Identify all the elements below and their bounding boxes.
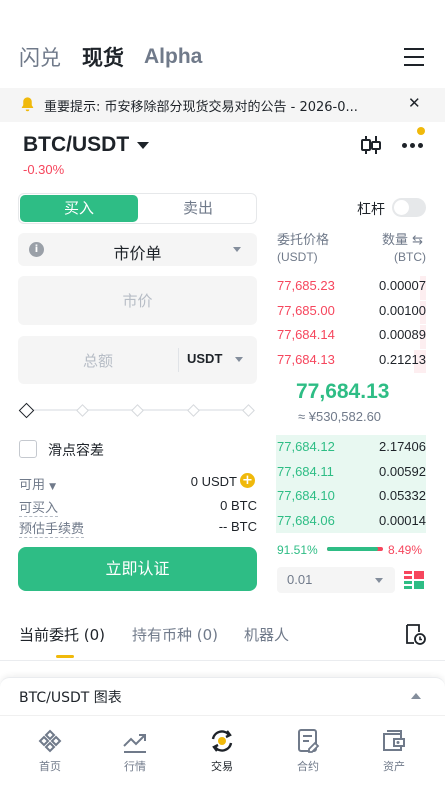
ask-price[interactable]: 77,685.23 (277, 278, 335, 293)
notice-text: 重要提示: 币安移除部分现货交易对的公告 - 2026-0... (44, 100, 358, 115)
orderbook-layout-icon[interactable] (404, 570, 424, 590)
fee-label: 预估手续费 (19, 518, 85, 538)
nav-futures-label: 合约 (297, 760, 319, 773)
add-funds-icon[interactable]: + (240, 473, 255, 488)
leverage-label: 杠杆 (357, 202, 385, 218)
nav-trade[interactable]: 交易 (192, 728, 252, 774)
chart-bar-label: BTC/USDT 图表 (19, 690, 122, 706)
tab-flash-swap[interactable]: 闪兑 (19, 42, 61, 72)
divider (178, 348, 179, 372)
ask-qty: 0.00100 (379, 302, 426, 318)
bid-qty: 0.05332 (379, 488, 426, 503)
slippage-label: 滑点容差 (48, 443, 104, 459)
price-placeholder: 市价 (122, 292, 153, 310)
bid-price[interactable]: 77,684.12 (277, 439, 335, 454)
tab-underline (56, 655, 74, 658)
ratio-bar (327, 547, 383, 551)
bid-price[interactable]: 77,684.11 (277, 464, 334, 479)
slider-step-25[interactable] (76, 404, 89, 417)
fee-value: -- BTC (218, 519, 257, 534)
more-icon[interactable] (402, 127, 426, 150)
divider (0, 660, 445, 661)
bid-price[interactable]: 77,684.10 (277, 488, 335, 503)
available-value: 0 USDT (190, 474, 237, 489)
slider-step-100[interactable] (242, 404, 255, 417)
ratio-bar-fill (327, 547, 378, 551)
order-history-icon[interactable] (404, 624, 426, 646)
caret-down-icon[interactable] (137, 142, 149, 149)
tab-bots[interactable]: 机器人 (244, 624, 289, 645)
verify-button[interactable]: 立即认证 (18, 547, 257, 591)
nav-assets-label: 资产 (383, 760, 405, 773)
tab-holdings[interactable]: 持有币种 (0) (132, 624, 218, 645)
chart-collapse-bar[interactable]: BTC/USDT 图表 (0, 677, 445, 715)
ask-qty: 0.21213 (379, 351, 426, 367)
ob-price-unit: (USDT) (277, 250, 318, 264)
bell-icon (21, 97, 34, 112)
tab-open-orders[interactable]: 当前委托 (0) (19, 624, 105, 645)
total-placeholder: 总额 (82, 352, 113, 370)
ask-price[interactable]: 77,684.14 (277, 327, 335, 342)
total-currency-select[interactable]: USDT (187, 351, 222, 366)
buy-ratio: 91.51% (277, 543, 318, 557)
sell-tab[interactable]: 卖出 (139, 195, 257, 222)
nav-futures[interactable]: 合约 (278, 728, 338, 774)
bid-price[interactable]: 77,684.06 (277, 513, 335, 528)
nav-assets[interactable]: 资产 (364, 728, 424, 774)
ask-qty: 0.00007 (379, 278, 426, 293)
buy-tab[interactable]: 买入 (20, 195, 138, 222)
slippage-checkbox[interactable] (19, 440, 37, 458)
caret-down-icon (233, 247, 241, 252)
wallet-icon (383, 730, 405, 751)
ask-price[interactable]: 77,684.13 (277, 352, 335, 367)
ob-price-header: 委托价格 (277, 233, 330, 248)
price-field[interactable]: 市价 (18, 276, 257, 325)
bid-qty: 0.00592 (379, 463, 426, 479)
leverage-toggle[interactable] (392, 198, 426, 217)
order-type-select[interactable]: i 市价单 (18, 233, 257, 266)
precision-select[interactable]: 0.01 (277, 567, 395, 593)
ob-qty-header[interactable]: 数量 ⇆ (382, 229, 423, 248)
nav-trade-label: 交易 (211, 760, 233, 773)
buy-sell-toggle: 买入 卖出 (18, 193, 257, 224)
price-change: -0.30% (23, 162, 65, 177)
pair-symbol[interactable]: BTC/USDT (23, 133, 129, 157)
notice-banner[interactable]: 重要提示: 币安移除部分现货交易对的公告 - 2026-0... ✕ (0, 88, 445, 122)
bottom-nav: 首页 行情 交易 合约 资产 (0, 715, 445, 791)
ask-qty: 0.00089 (379, 327, 426, 342)
ask-price[interactable]: 77,685.00 (277, 303, 335, 318)
tab-spot[interactable]: 现货 (82, 42, 124, 72)
bid-qty: 2.17406 (379, 439, 426, 454)
bid-qty: 0.00014 (379, 512, 426, 528)
precision-value: 0.01 (287, 572, 313, 587)
menu-icon[interactable] (404, 48, 424, 66)
can-buy-label: 可买入 (19, 497, 59, 517)
available-label[interactable]: 可用 ▼ (19, 474, 56, 493)
candlestick-icon[interactable] (360, 135, 382, 155)
last-price: 77,684.13 (296, 380, 390, 403)
trade-swap-icon (211, 730, 233, 752)
ob-qty-unit: (BTC) (394, 250, 426, 264)
order-type-value: 市价单 (113, 244, 162, 263)
total-field[interactable]: 总额 USDT (18, 336, 257, 384)
tab-alpha[interactable]: Alpha (144, 45, 202, 69)
chart-line-icon (123, 734, 146, 753)
nav-home-label: 首页 (39, 760, 61, 773)
futures-icon (298, 729, 320, 753)
caret-up-icon (411, 693, 421, 699)
slider-step-50[interactable] (131, 404, 144, 417)
caret-down-icon (235, 357, 243, 362)
close-icon[interactable]: ✕ (408, 94, 421, 112)
nav-markets-label: 行情 (124, 760, 146, 773)
slider-handle[interactable] (18, 402, 35, 419)
sell-ratio: 8.49% (388, 543, 423, 557)
can-buy-value: 0 BTC (220, 498, 257, 513)
nav-home[interactable]: 首页 (20, 728, 80, 774)
last-price-fiat: ≈ ¥530,582.60 (298, 409, 382, 424)
caret-down-icon (375, 578, 383, 583)
slider-step-75[interactable] (187, 404, 200, 417)
binance-logo-icon (38, 729, 62, 753)
nav-markets[interactable]: 行情 (105, 728, 165, 774)
